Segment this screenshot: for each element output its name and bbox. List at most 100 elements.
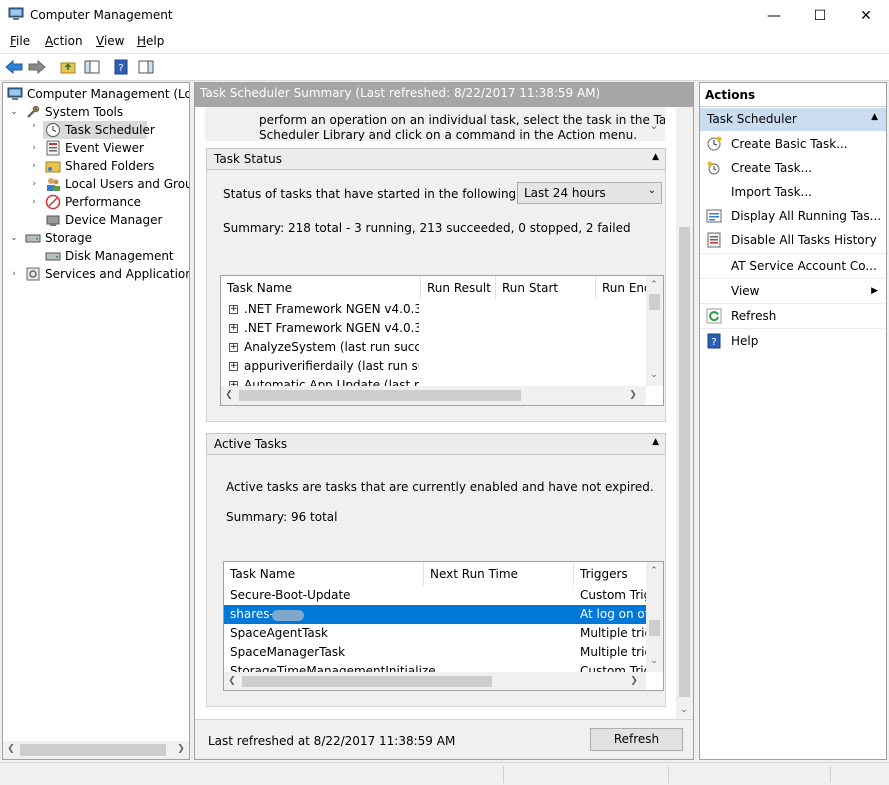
- tree-horizontal-scrollbar[interactable]: ❮ ❯: [3, 741, 189, 759]
- task-status-horizontal-scrollbar[interactable]: ❮ ❯: [221, 386, 646, 405]
- active-tasks-vertical-scrollbar[interactable]: ⌃ ⌄: [646, 562, 663, 672]
- collapse-up-icon[interactable]: ▲: [652, 152, 659, 162]
- task-status-vertical-scrollbar[interactable]: ⌃ ⌄: [646, 276, 663, 386]
- action-at-service-account[interactable]: AT Service Account Co...: [700, 253, 886, 277]
- chevron-right-icon[interactable]: ›: [29, 175, 39, 193]
- table-row[interactable]: +appuriverifierdaily (last run suc...: [229, 357, 419, 376]
- expand-plus-icon[interactable]: +: [229, 343, 238, 352]
- task-status-header[interactable]: Task Status ▲: [206, 148, 666, 170]
- maximize-button[interactable]: ☐: [797, 0, 843, 31]
- expand-plus-icon[interactable]: +: [229, 305, 238, 314]
- tree-item-computer-management[interactable]: Computer Management (Local: [3, 85, 189, 103]
- tree-item-disk-management[interactable]: Disk Management: [3, 247, 189, 265]
- maximize-icon: ☐: [813, 7, 827, 24]
- menu-view[interactable]: View: [96, 34, 124, 48]
- chevron-right-icon[interactable]: ›: [29, 121, 39, 139]
- active-tasks-body: Active tasks are tasks that are currentl…: [206, 455, 666, 707]
- close-icon: ✕: [860, 7, 872, 24]
- tree-item-storage[interactable]: ⌄ Storage: [3, 229, 189, 247]
- active-tasks-horizontal-scrollbar[interactable]: ❮ ❯: [224, 672, 646, 690]
- table-row[interactable]: SpaceManagerTask Multiple trig: [224, 643, 646, 662]
- chevron-right-icon[interactable]: ›: [29, 193, 39, 211]
- back-button[interactable]: [4, 57, 24, 77]
- scroll-down-icon[interactable]: ⌄: [646, 370, 662, 380]
- action-create-task[interactable]: Create Task...: [700, 156, 886, 180]
- table-row[interactable]: +.NET Framework NGEN v4.0.303...: [229, 319, 419, 338]
- tree-item-system-tools[interactable]: ⌄ System Tools: [3, 103, 189, 121]
- show-hide-tree-button[interactable]: [82, 57, 102, 77]
- collapse-intro-icon[interactable]: ⌄: [646, 119, 662, 132]
- expand-plus-icon[interactable]: +: [229, 362, 238, 371]
- column-header-run-start[interactable]: Run Start: [496, 276, 596, 300]
- scroll-left-icon[interactable]: ❮: [224, 676, 240, 686]
- action-disable-tasks-history[interactable]: Disable All Tasks History: [700, 228, 886, 252]
- show-hide-action-pane-button[interactable]: [136, 57, 156, 77]
- collapse-up-icon[interactable]: ▲: [871, 112, 878, 122]
- scroll-up-icon[interactable]: ⌃: [646, 566, 662, 576]
- menu-action[interactable]: Action: [45, 34, 83, 48]
- scroll-thumb[interactable]: [649, 620, 660, 636]
- table-row[interactable]: SpaceAgentTask Multiple trig: [224, 624, 646, 643]
- actions-group-header[interactable]: Task Scheduler ▲: [700, 108, 886, 131]
- intro-text-line2: Scheduler Library and click on a command…: [259, 128, 638, 141]
- scroll-thumb[interactable]: [679, 227, 690, 697]
- table-row[interactable]: +AnalyzeSystem (last run succee...: [229, 338, 419, 357]
- column-header-triggers[interactable]: Triggers: [574, 562, 646, 586]
- collapse-up-icon[interactable]: ▲: [652, 437, 659, 447]
- scroll-thumb[interactable]: [242, 676, 492, 687]
- status-divider: [668, 766, 669, 783]
- menu-file[interactable]: File: [10, 34, 30, 48]
- chevron-right-icon[interactable]: ›: [29, 139, 39, 157]
- column-header-task-name[interactable]: Task Name: [224, 562, 424, 586]
- forward-button[interactable]: [27, 57, 47, 77]
- column-header-task-name[interactable]: Task Name: [221, 276, 421, 300]
- action-import-task[interactable]: Import Task...: [700, 180, 886, 204]
- action-refresh[interactable]: Refresh: [700, 303, 886, 327]
- column-header-run-result[interactable]: Run Result: [421, 276, 496, 300]
- tree-item-device-manager[interactable]: Device Manager: [3, 211, 189, 229]
- column-header-next-run-time[interactable]: Next Run Time: [424, 562, 574, 586]
- up-folder-button[interactable]: [58, 57, 78, 77]
- scroll-thumb[interactable]: [20, 744, 166, 756]
- menu-help[interactable]: Help: [137, 34, 164, 48]
- help-toolbar-button[interactable]: ?: [111, 57, 131, 77]
- minimize-button[interactable]: —: [751, 0, 797, 31]
- action-view[interactable]: View ▶: [700, 278, 886, 302]
- table-row[interactable]: StorageTimeManagementInitialize Custom T…: [224, 662, 646, 672]
- expand-plus-icon[interactable]: +: [229, 324, 238, 333]
- scroll-left-icon[interactable]: ❮: [221, 390, 237, 400]
- scroll-down-icon[interactable]: ⌄: [676, 705, 692, 715]
- toolbar: ?: [0, 53, 889, 81]
- active-tasks-header[interactable]: Active Tasks ▲: [206, 433, 666, 455]
- scroll-up-icon[interactable]: ⌃: [646, 280, 662, 290]
- column-header-run-end[interactable]: Run End: [596, 276, 648, 300]
- tree-item-event-viewer[interactable]: › Event Viewer: [3, 139, 189, 157]
- scroll-right-icon[interactable]: ❯: [626, 676, 642, 686]
- table-row[interactable]: + Automatic App Update (last ru...: [229, 376, 419, 386]
- center-vertical-scrollbar[interactable]: ⌄: [676, 107, 693, 719]
- refresh-button[interactable]: Refresh: [590, 728, 683, 751]
- tree-item-shared-folders[interactable]: › Shared Folders: [3, 157, 189, 175]
- period-dropdown[interactable]: Last 24 hours ⌄: [517, 182, 662, 204]
- table-row-selected[interactable]: shares- At log on of: [224, 605, 646, 624]
- tree-item-task-scheduler[interactable]: Task Scheduler: [43, 121, 155, 139]
- scroll-right-icon[interactable]: ❯: [625, 390, 641, 400]
- chevron-down-icon[interactable]: ⌄: [9, 229, 19, 247]
- scroll-thumb[interactable]: [649, 294, 660, 310]
- scroll-down-icon[interactable]: ⌄: [646, 656, 662, 666]
- tree-item-services[interactable]: › Services and Applications: [3, 265, 189, 283]
- chevron-right-icon[interactable]: ›: [29, 157, 39, 175]
- tree-item-local-users[interactable]: › Local Users and Groups: [3, 175, 189, 193]
- action-create-basic-task[interactable]: Create Basic Task...: [700, 132, 886, 156]
- scroll-right-icon[interactable]: ❯: [173, 744, 189, 754]
- close-button[interactable]: ✕: [843, 0, 889, 31]
- chevron-down-icon[interactable]: ⌄: [9, 103, 19, 121]
- table-row[interactable]: +.NET Framework NGEN v4.0.303...: [229, 300, 419, 319]
- action-help[interactable]: ? Help: [700, 328, 886, 352]
- scroll-thumb[interactable]: [239, 390, 521, 401]
- action-display-running-tasks[interactable]: Display All Running Tas...: [700, 204, 886, 228]
- chevron-right-icon[interactable]: ›: [9, 265, 19, 283]
- table-row[interactable]: Secure-Boot-Update Custom Trig: [224, 586, 646, 605]
- scroll-left-icon[interactable]: ❮: [3, 744, 19, 754]
- tree-item-performance[interactable]: › Performance: [3, 193, 189, 211]
